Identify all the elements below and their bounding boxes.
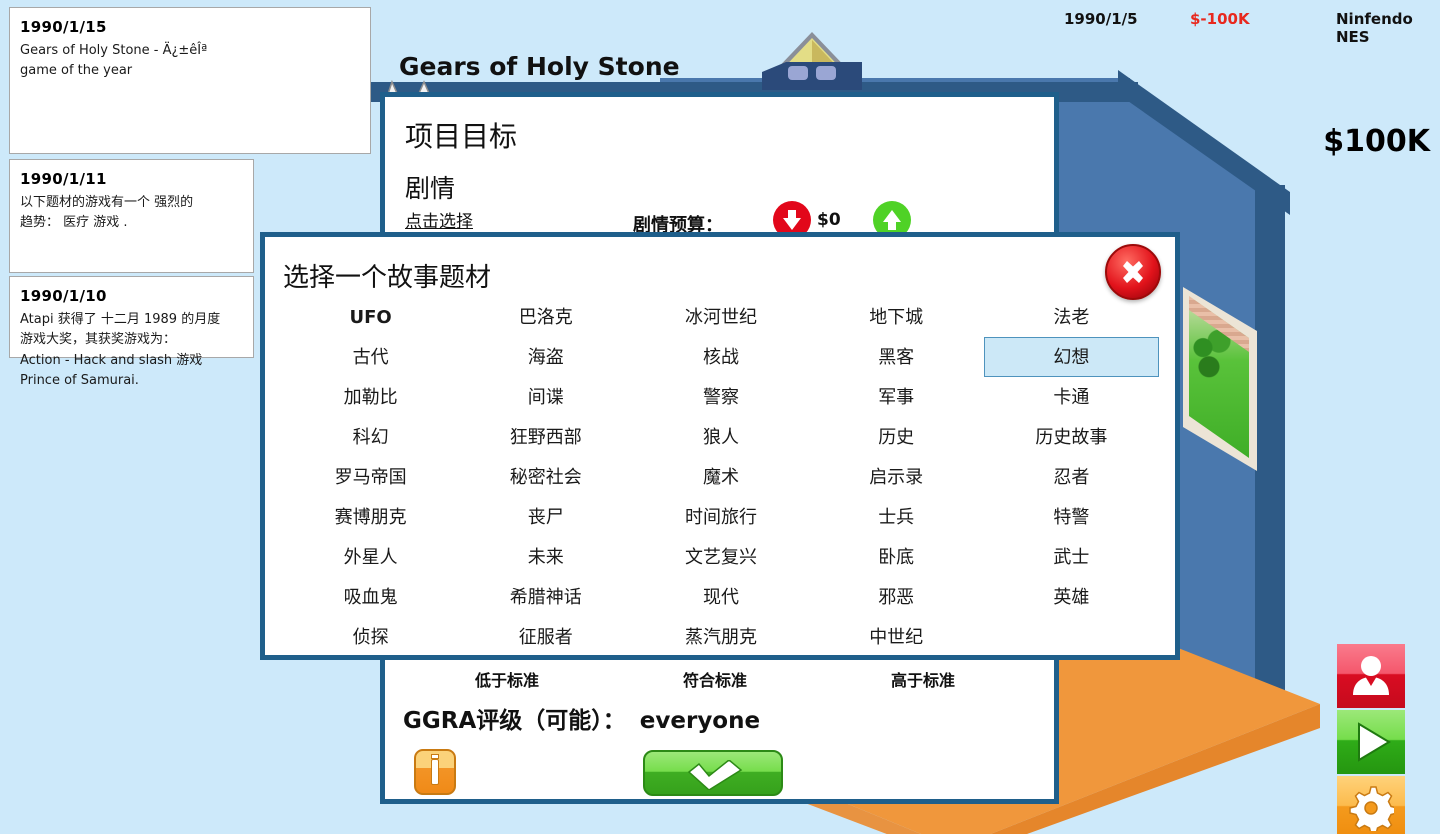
theme-item-empty (984, 617, 1159, 657)
character-sprite (758, 28, 866, 90)
news-panel: 1990/1/11 以下题材的游戏有一个 强烈的 趋势： 医疗 游戏 . (9, 159, 254, 273)
theme-item[interactable]: 蒸汽朋克 (633, 617, 808, 657)
play-icon (1358, 722, 1391, 762)
theme-item[interactable]: 地下城 (809, 297, 984, 337)
theme-item[interactable]: 邪恶 (809, 577, 984, 617)
news-body: Gears of Holy Stone - Ä¿±êÎª game of the… (20, 43, 208, 79)
close-icon (1123, 261, 1143, 283)
theme-item[interactable]: 文艺复兴 (633, 537, 808, 577)
hud-date: 1990/1/5 (1064, 10, 1138, 28)
theme-item[interactable]: 赛博朋克 (283, 497, 458, 537)
info-button[interactable] (414, 749, 456, 795)
news-panel: 1990/1/10 Atapi 获得了 十二月 1989 的月度 游戏大奖，其获… (9, 276, 254, 388)
panel-title: 项目目标 (405, 120, 518, 153)
ggra-label: GGRA评级（可能）： (403, 708, 626, 734)
news-date: 1990/1/11 (20, 170, 107, 188)
theme-item[interactable]: 罗马帝国 (283, 457, 458, 497)
theme-item[interactable]: 吸血鬼 (283, 577, 458, 617)
standard-above: 高于标准 (890, 671, 955, 690)
hud-money-delta: $-100K (1190, 10, 1250, 28)
settings-button[interactable] (1337, 776, 1405, 834)
theme-item[interactable]: 历史故事 (984, 417, 1159, 457)
story-pick-link[interactable]: 点击选择 (405, 207, 473, 232)
theme-item[interactable]: 外星人 (283, 537, 458, 577)
play-button[interactable] (1337, 710, 1405, 774)
game-screen: 1990/1/5 $-100K Ninfendo NES $100K 1990/… (0, 0, 1440, 834)
theme-item[interactable]: 狂野西部 (458, 417, 633, 457)
theme-item[interactable]: 军事 (809, 377, 984, 417)
theme-item[interactable]: 法老 (984, 297, 1159, 337)
theme-item[interactable]: 启示录 (809, 457, 984, 497)
room-right-wall-side-edge (1255, 185, 1285, 715)
check-icon (687, 760, 743, 790)
theme-item[interactable]: 加勒比 (283, 377, 458, 417)
theme-item[interactable]: 时间旅行 (633, 497, 808, 537)
person-icon (1353, 656, 1389, 695)
hud-money-total: $100K (1323, 124, 1430, 159)
confirm-button[interactable] (643, 750, 783, 796)
news-panel: 1990/1/15 Gears of Holy Stone - Ä¿±êÎª g… (9, 7, 371, 154)
standard-meets: 符合标准 (682, 671, 747, 690)
news-body: 以下题材的游戏有一个 强烈的 趋势： 医疗 游戏 . (20, 195, 194, 231)
theme-item[interactable]: 忍者 (984, 457, 1159, 497)
theme-item[interactable]: 希腊神话 (458, 577, 633, 617)
theme-item[interactable]: 海盗 (458, 337, 633, 377)
theme-item[interactable]: 卡通 (984, 377, 1159, 417)
theme-item[interactable]: 侦探 (283, 617, 458, 657)
standards-row: 低于标准 符合标准 高于标准 (475, 667, 955, 691)
theme-item[interactable]: 幻想 (983, 337, 1159, 377)
theme-item[interactable]: 间谍 (458, 377, 633, 417)
hud-console-name: Ninfendo NES (1336, 10, 1413, 46)
theme-item[interactable]: UFO (283, 297, 458, 337)
theme-item[interactable]: 巴洛克 (458, 297, 633, 337)
theme-item[interactable]: 中世纪 (809, 617, 984, 657)
staff-button[interactable] (1337, 644, 1405, 708)
theme-item[interactable]: 秘密社会 (458, 457, 633, 497)
news-date: 1990/1/10 (20, 287, 107, 305)
theme-item[interactable]: 武士 (984, 537, 1159, 577)
news-date: 1990/1/15 (20, 18, 107, 36)
close-button[interactable] (1105, 244, 1161, 300)
news-body: Atapi 获得了 十二月 1989 的月度 游戏大奖，其获奖游戏为： Acti… (20, 312, 221, 388)
theme-item[interactable]: 古代 (283, 337, 458, 377)
theme-item[interactable]: 士兵 (809, 497, 984, 537)
theme-item[interactable]: 卧底 (809, 537, 984, 577)
ggra-value: everyone (639, 708, 761, 734)
theme-item[interactable]: 警察 (633, 377, 808, 417)
theme-selection-modal: 选择一个故事题材 UFO 巴洛克 冰河世纪 地下城 法老古代 海盗 核战 黑客 幻想加勒比 间谍警… (260, 232, 1180, 660)
modal-title: 选择一个故事题材 (283, 263, 492, 293)
theme-item[interactable]: 魔术 (633, 457, 808, 497)
ggra-rating-row: GGRA评级（可能）： everyone (403, 701, 760, 735)
gear-icon (1349, 786, 1394, 831)
theme-item[interactable]: 历史 (809, 417, 984, 457)
theme-item[interactable]: 英雄 (984, 577, 1159, 617)
theme-item[interactable]: 未来 (458, 537, 633, 577)
theme-item[interactable]: 现代 (633, 577, 808, 617)
story-budget-value: $0 (817, 210, 841, 230)
theme-item[interactable]: 特警 (984, 497, 1159, 537)
theme-item[interactable]: 核战 (633, 337, 808, 377)
theme-item[interactable]: 科幻 (283, 417, 458, 457)
theme-item[interactable]: 狼人 (633, 417, 808, 457)
story-section-label: 剧情 (405, 174, 456, 203)
theme-item[interactable]: 丧尸 (458, 497, 633, 537)
standard-below: 低于标准 (475, 671, 540, 690)
theme-item[interactable]: 冰河世纪 (633, 297, 808, 337)
game-title: Gears of Holy Stone (399, 52, 680, 81)
theme-item[interactable]: 黑客 (809, 337, 984, 377)
theme-item[interactable]: 征服者 (458, 617, 633, 657)
theme-grid: UFO 巴洛克 冰河世纪 地下城 法老古代 海盗 核战 黑客 幻想加勒比 间谍 警察 军事 卡通科幻 狂野… (283, 297, 1159, 657)
